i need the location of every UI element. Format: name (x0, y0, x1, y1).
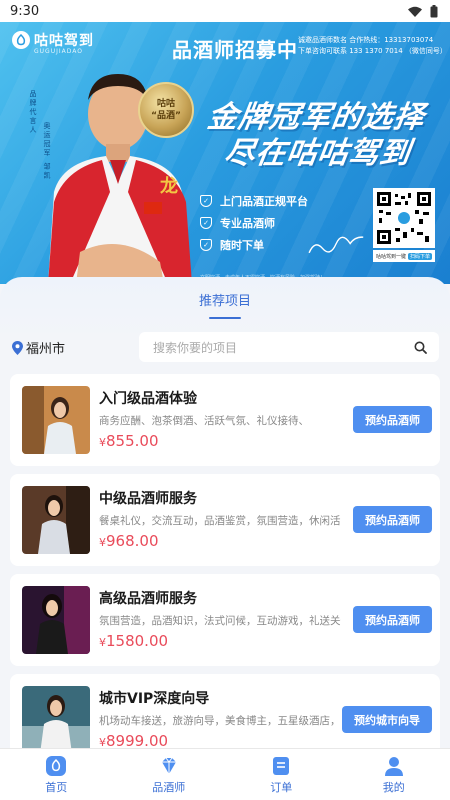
bottom-tab-bar: 首页 品酒师 订单 我的 (0, 748, 450, 800)
promo-banner[interactable]: 咕咕驾到 GUGUJIADAO 品酒师招募中 诚邀品酒师数名 合作热线：1331… (0, 22, 450, 284)
brand-logo: 咕咕驾到 (12, 30, 94, 50)
banner-slogan: 金牌冠军的选择 尽在咕咕驾到 (200, 100, 427, 172)
service-thumbnail (22, 686, 90, 754)
wifi-icon (408, 6, 422, 17)
tab-profile[interactable]: 我的 (338, 749, 450, 800)
medal-badge: 咕咕 “品酒” (138, 82, 194, 138)
location-pin-icon (12, 340, 23, 355)
service-description: 氛围营造，品酒知识，法式问候，互动游戏，礼送关怀 (99, 615, 341, 627)
service-card[interactable]: 高级品酒师服务 氛围营造，品酒知识，法式问候，互动游戏，礼送关怀 ¥1580.0… (10, 574, 440, 666)
city-selector[interactable]: 福州市 (12, 338, 65, 357)
tab-active-indicator (209, 317, 241, 319)
status-time: 9:30 (10, 3, 40, 19)
status-bar: 9:30 (0, 0, 450, 22)
feature-item: ✓ 专业品酒师 (200, 212, 308, 234)
book-sommelier-button[interactable]: 预约品酒师 (353, 506, 432, 533)
feature-item: ✓ 随时下单 (200, 234, 308, 256)
slogan-line: 金牌冠军的选择 (205, 100, 428, 135)
service-description: 机场动车接送，旅游向导，美食博主，五星级酒店，… (99, 715, 341, 727)
search-placeholder: 搜索你要的项目 (153, 340, 238, 355)
home-icon (45, 755, 67, 777)
qr-code[interactable] (373, 188, 435, 248)
user-icon (383, 755, 405, 777)
service-title: 高级品酒师服务 (99, 591, 197, 607)
slogan-line: 尽在咕咕驾到 (222, 136, 413, 171)
feature-item: ✓ 上门品酒正规平台 (200, 190, 308, 212)
service-thumbnail (22, 586, 90, 654)
shield-check-icon: ✓ (200, 195, 212, 207)
service-card[interactable]: 入门级品酒体验 商务应酬、泡茶倒酒、活跃气氛、礼仪接待、 ¥855.00 预约品… (10, 374, 440, 466)
battery-icon (430, 4, 438, 17)
search-icon[interactable] (414, 341, 427, 354)
recruit-line: 诚邀品酒师数名 合作热线：13313703074 (298, 36, 434, 44)
feature-list: ✓ 上门品酒正规平台 ✓ 专业品酒师 ✓ 随时下单 (200, 190, 308, 256)
service-list: 入门级品酒体验 商务应酬、泡茶倒酒、活跃气氛、礼仪接待、 ¥855.00 预约品… (10, 374, 440, 774)
service-title: 中级品酒师服务 (99, 491, 197, 507)
service-title: 入门级品酒体验 (99, 391, 197, 407)
diamond-icon (158, 755, 180, 777)
qr-caption: 咕咕驾到一键 扫码下单 (373, 250, 435, 262)
service-thumbnail (22, 386, 90, 454)
tab-recommended[interactable]: 推荐项目 (0, 290, 450, 309)
recruit-line: 下单咨询可联系 133 1370 7014 （微信同号） (298, 47, 443, 55)
recruit-info: 诚邀品酒师数名 合作热线：13313703074 下单咨询可联系 133 137… (298, 35, 443, 57)
shield-check-icon: ✓ (200, 239, 212, 251)
service-title: 城市VIP深度向导 (99, 691, 210, 707)
shield-check-icon: ✓ (200, 217, 212, 229)
ambassador-label: 品牌代言人 (29, 90, 37, 135)
tab-sommelier[interactable]: 品酒师 (113, 749, 226, 800)
book-sommelier-button[interactable]: 预约品酒师 (353, 606, 432, 633)
service-price: ¥1580.00 (99, 632, 169, 650)
service-description: 商务应酬、泡茶倒酒、活跃气氛、礼仪接待、 (99, 415, 309, 427)
tab-orders[interactable]: 订单 (225, 749, 338, 800)
search-input[interactable]: 搜索你要的项目 (139, 332, 439, 362)
service-description: 餐桌礼仪，交流互动，品酒鉴赏，氛围营造，休闲活动 (99, 515, 341, 527)
logo-text: 咕咕驾到 (34, 33, 94, 49)
book-city-guide-button[interactable]: 预约城市向导 (342, 706, 432, 733)
tab-home[interactable]: 首页 (0, 749, 113, 800)
order-icon (270, 755, 292, 777)
logo-icon (12, 31, 30, 49)
book-sommelier-button[interactable]: 预约品酒师 (353, 406, 432, 433)
service-price: ¥968.00 (99, 532, 159, 550)
city-name: 福州市 (26, 342, 66, 357)
service-card[interactable]: 中级品酒师服务 餐桌礼仪，交流互动，品酒鉴赏，氛围营造，休闲活动 ¥968.00… (10, 474, 440, 566)
service-price: ¥855.00 (99, 432, 159, 450)
service-thumbnail (22, 486, 90, 554)
qr-scan-button[interactable]: 扫码下单 (407, 252, 432, 260)
svg-text:龙: 龙 (160, 175, 178, 197)
status-icons (408, 4, 438, 18)
